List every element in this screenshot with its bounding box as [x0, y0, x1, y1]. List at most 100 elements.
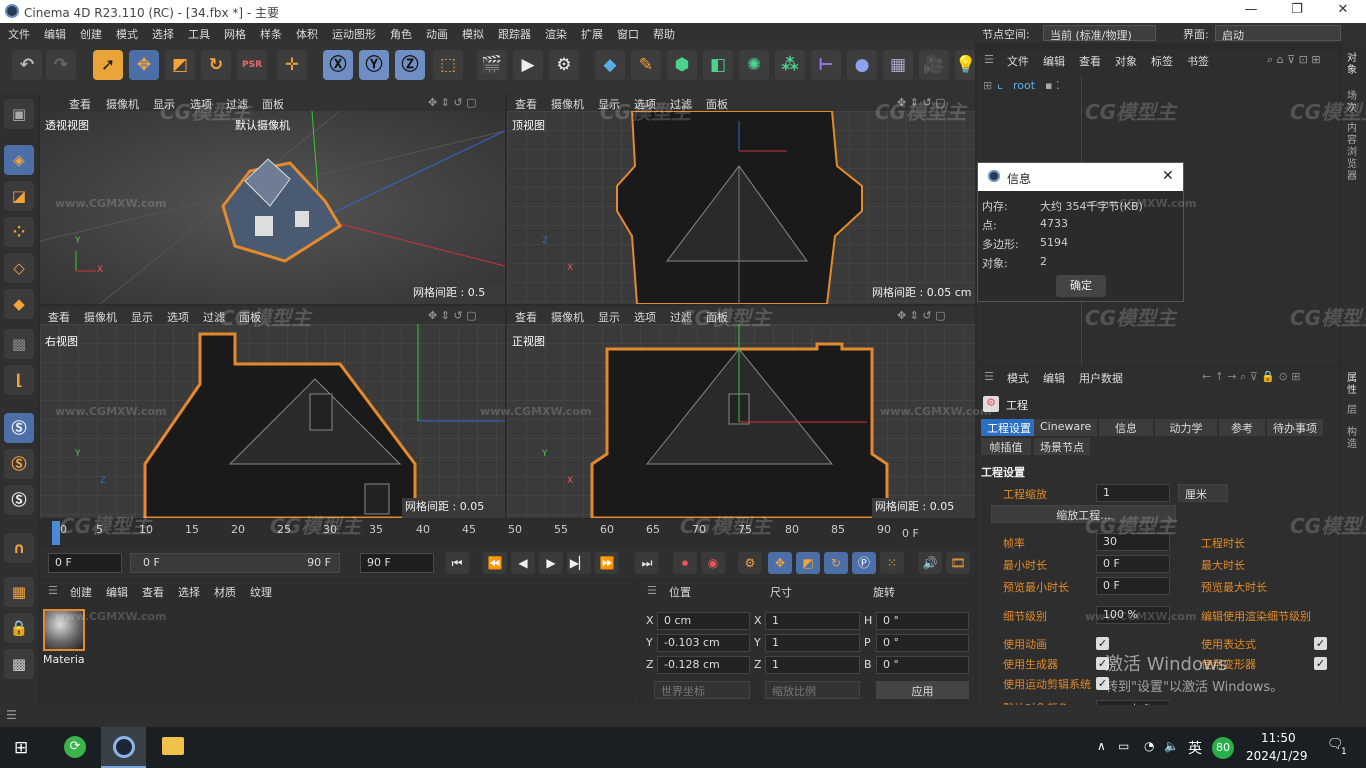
interface-dropdown[interactable]: 启动: [1215, 25, 1341, 42]
axis-mode-icon[interactable]: ⌊: [4, 365, 34, 395]
menu-help[interactable]: 帮助: [653, 26, 675, 42]
menu-file[interactable]: 文件: [8, 26, 30, 42]
network-icon[interactable]: ◔: [1144, 739, 1154, 753]
security-badge[interactable]: 80: [1212, 737, 1234, 759]
key-rotation-icon[interactable]: ↻: [824, 552, 848, 574]
field-icon[interactable]: ●: [847, 50, 877, 80]
restore-button[interactable]: ❐: [1274, 2, 1320, 21]
vp-menu-camera[interactable]: 摄像机: [551, 96, 584, 112]
current-frame-field[interactable]: 0 F: [48, 553, 122, 573]
hamburger-icon[interactable]: ☰: [647, 584, 657, 597]
visibility-icon[interactable]: ▪ ⁚: [1045, 79, 1059, 92]
menu-mesh[interactable]: 网格: [224, 26, 246, 42]
attr-menu-userdata[interactable]: 用户数据: [1079, 370, 1123, 386]
prev-frame-icon[interactable]: ◀: [511, 552, 535, 574]
size-y-field[interactable]: 1: [765, 634, 860, 652]
side-tab-content-browser[interactable]: 内容浏览器: [1347, 123, 1361, 183]
position-y-field[interactable]: -0.103 cm: [657, 634, 750, 652]
hamburger-icon[interactable]: ☰: [984, 53, 994, 66]
timeline-ruler[interactable]: 0 5 10 15 20 25 30 35 40 45 50 55 60 65 …: [40, 521, 975, 545]
menu-select[interactable]: 选择: [152, 26, 174, 42]
side-tab-construction[interactable]: 构造: [1347, 427, 1361, 451]
menu-simulate[interactable]: 模拟: [462, 26, 484, 42]
snap-mode-icon[interactable]: Ⓢ: [4, 485, 34, 515]
scale-mode-dropdown[interactable]: 缩放比例: [765, 681, 860, 699]
model-mode-icon[interactable]: ◈: [4, 145, 34, 175]
tray-expand-icon[interactable]: ∧: [1097, 739, 1106, 753]
record-icon[interactable]: ⏺: [673, 552, 697, 574]
pen-icon[interactable]: ✎: [631, 50, 661, 80]
use-deformers-checkbox[interactable]: ✓: [1314, 657, 1327, 670]
rotate-icon[interactable]: ↻: [201, 50, 231, 80]
psr-icon[interactable]: PSR: [237, 50, 267, 80]
vp-menu-options[interactable]: 选项: [634, 309, 656, 325]
render-settings-icon[interactable]: ⚙: [549, 50, 579, 80]
tab-info[interactable]: 信息: [1099, 419, 1153, 436]
use-expressions-checkbox[interactable]: ✓: [1314, 637, 1327, 650]
expand-icon[interactable]: ⊞: [983, 79, 992, 92]
mat-menu-view[interactable]: 查看: [142, 584, 164, 600]
menu-mode[interactable]: 模式: [116, 26, 138, 42]
uv-mode-icon[interactable]: ▩: [4, 329, 34, 359]
close-icon[interactable]: ✕: [1162, 168, 1174, 184]
polygons-mode-icon[interactable]: ◆: [4, 289, 34, 319]
deformer-icon[interactable]: ⊢: [811, 50, 841, 80]
min-time-field[interactable]: 0 F: [1096, 555, 1170, 573]
vp-nav-icons[interactable]: ✥ ⇕ ↺ ▢: [897, 309, 946, 322]
file-explorer-icon[interactable]: [162, 737, 184, 755]
node-space-dropdown[interactable]: 当前 (标准/物理): [1043, 25, 1156, 42]
hamburger-icon[interactable]: ☰: [48, 584, 58, 597]
tab-scene-nodes[interactable]: 场景节点: [1034, 438, 1090, 455]
play-icon[interactable]: ▶: [539, 552, 563, 574]
use-animation-checkbox[interactable]: ✓: [1096, 637, 1109, 650]
vp-menu-camera[interactable]: 摄像机: [84, 309, 117, 325]
volume-icon[interactable]: 🔈: [1164, 739, 1179, 753]
scale-unit-dropdown[interactable]: 厘米: [1178, 484, 1228, 502]
cloner-icon[interactable]: ✺: [739, 50, 769, 80]
menu-edit[interactable]: 编辑: [44, 26, 66, 42]
floor-icon[interactable]: ▦: [883, 50, 913, 80]
make-editable-icon[interactable]: ▣: [4, 99, 34, 129]
tab-dynamics[interactable]: 动力学: [1155, 419, 1217, 436]
playhead[interactable]: [52, 521, 60, 545]
vp-menu-panel[interactable]: 面板: [706, 96, 728, 112]
key-scale-icon[interactable]: ◩: [796, 552, 820, 574]
position-x-field[interactable]: 0 cm: [657, 612, 750, 630]
grid-icon[interactable]: ▩: [4, 649, 34, 679]
preview-min-field[interactable]: 0 F: [1096, 577, 1170, 595]
obj-menu-edit[interactable]: 编辑: [1043, 53, 1065, 69]
cube-icon[interactable]: ◆: [595, 50, 625, 80]
mat-menu-material[interactable]: 材质: [214, 584, 236, 600]
obj-menu-object[interactable]: 对象: [1115, 53, 1137, 69]
object-name[interactable]: root: [1013, 79, 1035, 92]
workplane-icon[interactable]: ▦: [4, 577, 34, 607]
scale-icon[interactable]: ◩: [165, 50, 195, 80]
side-tab-attributes[interactable]: 属性: [1347, 373, 1361, 397]
tab-todo[interactable]: 待办事项: [1267, 419, 1323, 436]
tab-key-interpolation[interactable]: 帧插值: [981, 438, 1031, 455]
vp-menu-view[interactable]: 查看: [515, 309, 537, 325]
undo-icon[interactable]: ↶: [12, 50, 42, 80]
render-view-icon[interactable]: 🎬: [477, 50, 507, 80]
attr-menu-edit[interactable]: 编辑: [1043, 370, 1065, 386]
lock-workplane-icon[interactable]: 🔒: [4, 613, 34, 643]
app-360-icon[interactable]: ⟳: [64, 736, 86, 758]
menu-spline[interactable]: 样条: [260, 26, 282, 42]
rotation-b-field[interactable]: 0 °: [876, 656, 969, 674]
key-param-icon[interactable]: Ⓟ: [852, 552, 876, 574]
film-icon[interactable]: 🎞: [946, 552, 970, 574]
autokey-icon[interactable]: ◉: [701, 552, 725, 574]
ok-button[interactable]: 确定: [1056, 275, 1106, 297]
hamburger-icon[interactable]: ☰: [6, 708, 17, 722]
magnet-icon[interactable]: ∩: [4, 533, 34, 563]
subdivision-icon[interactable]: ⬢: [667, 50, 697, 80]
obj-toolbar-icons[interactable]: ⌕ ⌂ ⊽ ⊡ ⊞: [1267, 53, 1321, 67]
keyframe-selection-icon[interactable]: ⚙: [738, 552, 762, 574]
extrude-icon[interactable]: ◧: [703, 50, 733, 80]
select-cursor-icon[interactable]: ➚: [93, 50, 123, 80]
menu-extensions[interactable]: 扩展: [581, 26, 603, 42]
frame-range-slider[interactable]: 0 F 90 F: [130, 553, 340, 573]
vp-menu-view[interactable]: 查看: [515, 96, 537, 112]
windows-start-icon[interactable]: ⊞: [14, 738, 28, 758]
coordinate-system-icon[interactable]: ⬚: [433, 50, 463, 80]
